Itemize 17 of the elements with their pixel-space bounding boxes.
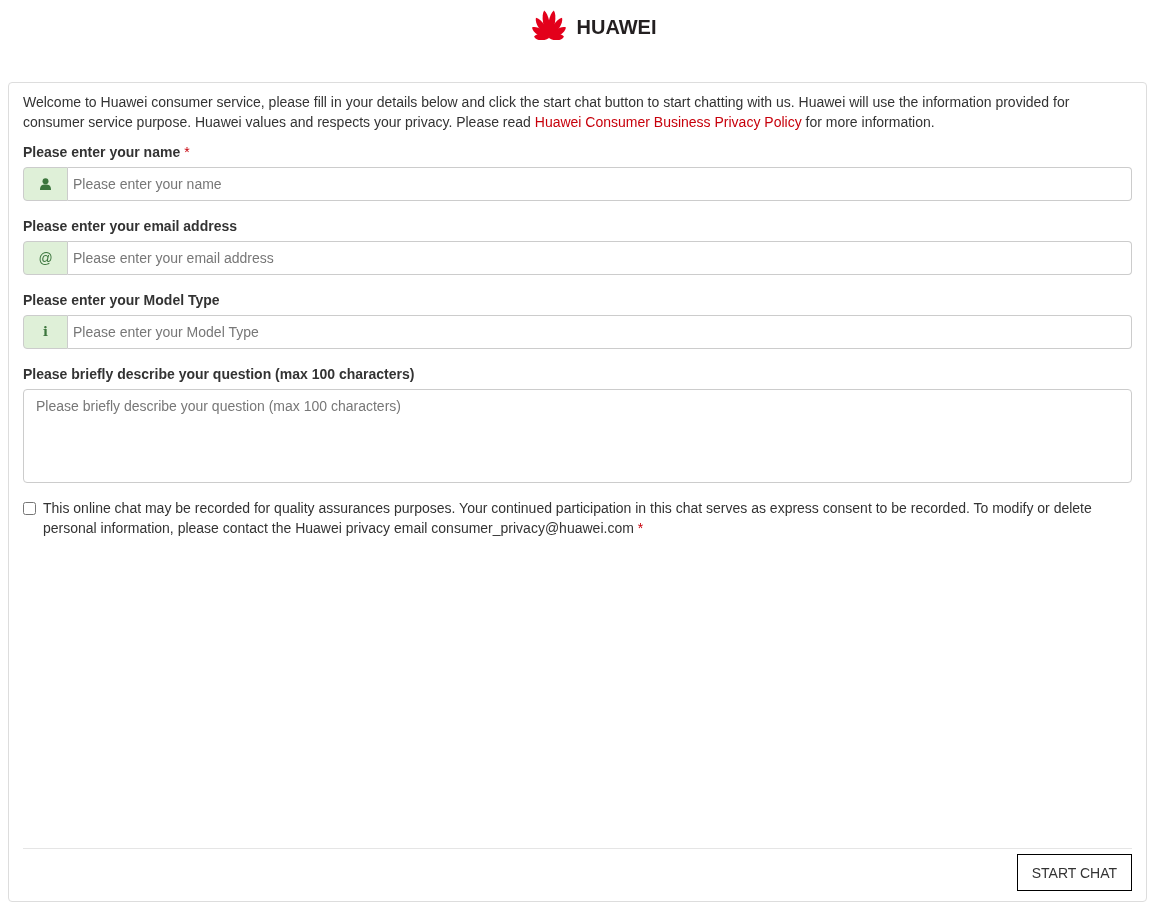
info-addon: i <box>23 315 68 349</box>
field-label: Please enter your email address <box>23 217 238 236</box>
start-chat-button[interactable]: START CHAT <box>1016 854 1132 891</box>
privacy-policy-link[interactable]: Huawei Consumer Business Privacy Policy <box>534 114 802 130</box>
field-label: Please briefly describe your question (max 100 characters) <box>23 365 416 384</box>
logo-text: HUAWEI <box>576 15 657 39</box>
email-field[interactable]: Please enter your email address <box>68 241 1132 275</box>
field-label: Please enter your name * <box>23 143 191 162</box>
consent-text: This online chat may be recorded for quality assurances purposes. Your continued participation in this chat serves as express consent to be recorded. To modify or delete personal information, please contact the Huawei privacy email consumer_privacy@huawei.com * <box>43 499 1093 538</box>
intro-text: Welcome to Huawei consumer service, please fill in your details below and click the start chat button to start chatting with us. Huawei will use the information provided for consumer service purpose. Huawei values and respects your privacy. Please read Huawei Consumer Business Privacy Policy for more information. <box>23 93 1071 132</box>
question-field[interactable]: Please briefly describe your question (max 100 characters) <box>23 389 1132 483</box>
consent-checkbox[interactable] <box>23 502 36 515</box>
model-field[interactable]: Please enter your Model Type <box>68 315 1132 349</box>
person-icon <box>23 167 68 201</box>
field-label: Please enter your Model Type <box>23 291 221 310</box>
name-field[interactable]: Please enter your name <box>68 167 1132 201</box>
at-sign-addon: @ <box>23 241 68 275</box>
